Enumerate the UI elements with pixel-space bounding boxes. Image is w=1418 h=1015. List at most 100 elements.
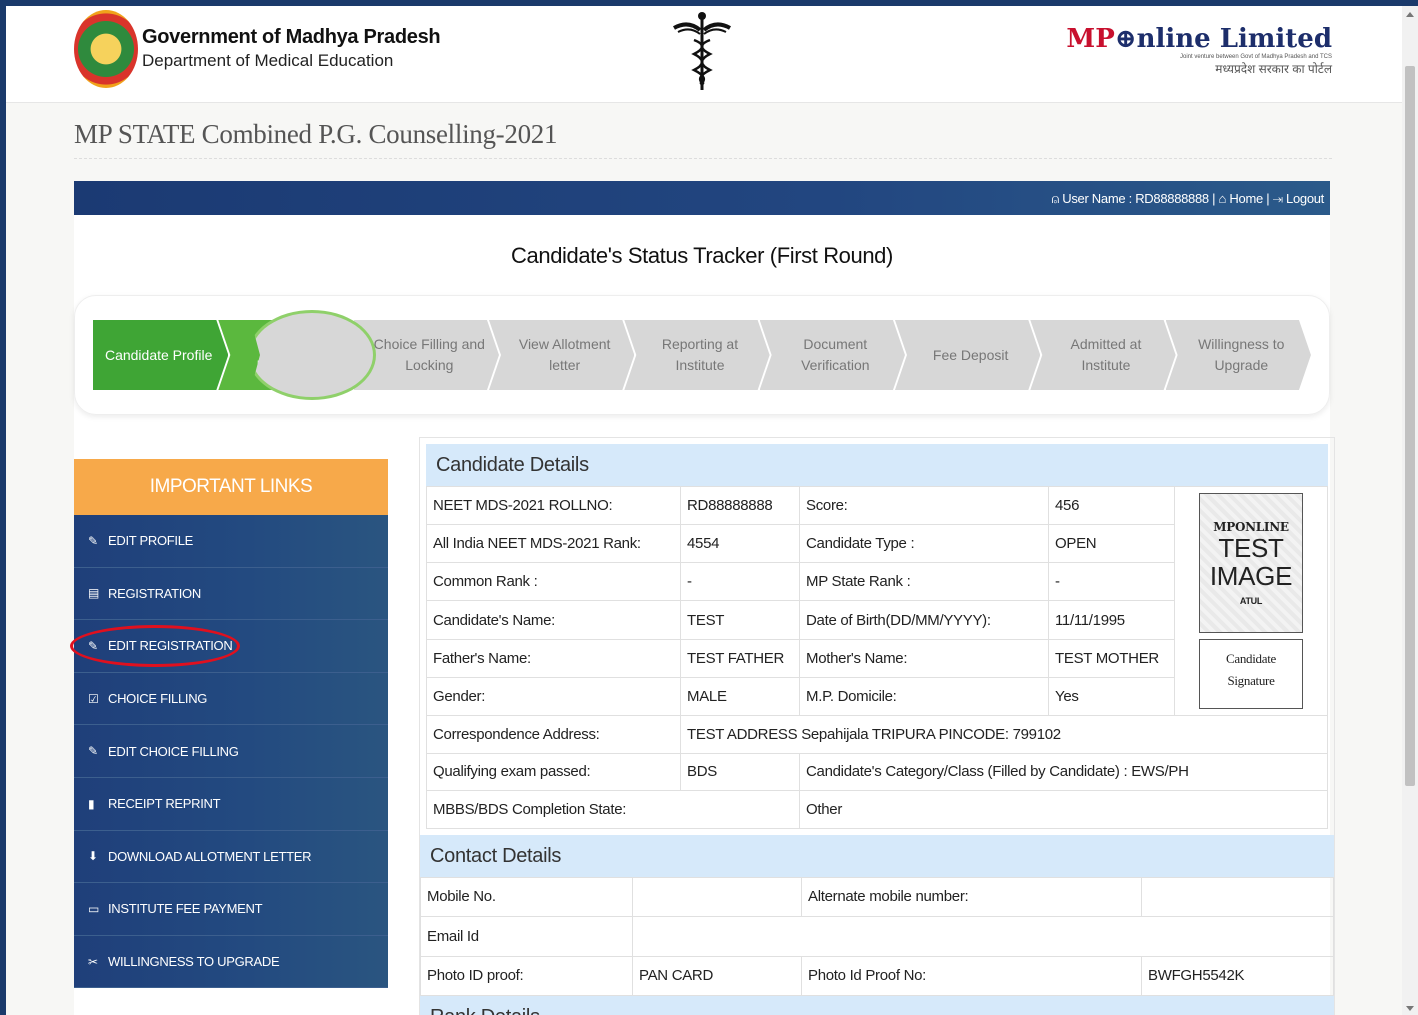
state-rank-label: MP State Rank :: [799, 562, 1049, 602]
name-value: TEST: [680, 600, 800, 640]
gov-subtitle: Department of Medical Education: [142, 51, 394, 70]
photo-text: ATUL: [1239, 596, 1263, 606]
state-rank-value: -: [1048, 562, 1175, 602]
sidebar-item-label: INSTITUTE FEE PAYMENT: [108, 901, 263, 917]
logout-link[interactable]: Logout: [1286, 191, 1324, 206]
sidebar-item-label: CHOICE FILLING: [108, 691, 208, 707]
status-tracker: Candidate Profile Candidate Registration…: [74, 295, 1330, 415]
candidate-details-table: NEET MDS-2021 ROLLNO: RD88888888 Score: …: [426, 485, 1328, 829]
father-value: TEST FATHER: [680, 638, 800, 678]
table-row: Email Id: [420, 916, 1334, 957]
scroll-up-icon[interactable]: [1406, 12, 1414, 17]
mp-logo-o: ⊕: [1114, 24, 1137, 54]
page-title: MP STATE Combined P.G. Counselling-2021: [74, 119, 558, 149]
table-row: Correspondence Address: TEST ADDRESS Sep…: [426, 715, 1328, 754]
download-icon: ⬇: [88, 849, 98, 864]
logout-icon[interactable]: ⇥: [1273, 191, 1286, 206]
sidebar-item-edit-registration[interactable]: ✎ EDIT REGISTRATION: [74, 620, 388, 673]
mp-logo-hindi: मध्यप्रदेश सरकार का पोर्टल: [1215, 62, 1332, 76]
exam-label: Qualifying exam passed:: [426, 752, 681, 791]
type-label: Candidate Type :: [799, 524, 1049, 564]
candidate-signature: Candidate Signature: [1199, 639, 1303, 709]
photo-id-no-label: Photo Id Proof No:: [801, 955, 1142, 996]
photo-id-no-value: BWFGH5542K: [1141, 955, 1334, 996]
sidebar-item-label: RECEIPT REPRINT: [108, 796, 221, 812]
alt-mobile-value: [1141, 876, 1334, 917]
table-row: Qualifying exam passed: BDS Candidate's …: [426, 752, 1328, 791]
mp-logo-rest: nline Limited: [1136, 24, 1332, 54]
checkbox-icon: ☑: [88, 691, 99, 706]
score-value: 456: [1048, 485, 1175, 526]
home-link[interactable]: Home: [1229, 191, 1263, 206]
sidebar-item-label: EDIT PROFILE: [108, 533, 194, 549]
home-icon[interactable]: ⌂: [1219, 191, 1230, 206]
scrollbar-thumb[interactable]: [1405, 66, 1415, 786]
table-row: NEET MDS-2021 ROLLNO: RD88888888 Score: …: [426, 485, 1328, 716]
domicile-value: Yes: [1048, 676, 1175, 717]
signature-text: Signature: [1227, 673, 1275, 688]
credit-card-icon: ▭: [88, 901, 100, 916]
user-info: ⍝ User Name : RD88888888 | ⌂ Home | ⇥ Lo…: [1051, 191, 1324, 206]
address-label: Correspondence Address:: [426, 715, 681, 754]
important-links-sidebar: IMPORTANT LINKS ✎ EDIT PROFILE ▤ REGISTRAT…: [70, 459, 388, 989]
photo-id-label: Photo ID proof:: [420, 955, 633, 996]
sidebar-item-receipt-reprint[interactable]: ▮ RECEIPT REPRINT: [74, 777, 388, 831]
page-scrollbar[interactable]: [1402, 6, 1418, 1015]
type-value: OPEN: [1048, 524, 1175, 564]
common-rank-value: -: [680, 562, 800, 602]
exam-value: BDS: [680, 752, 800, 791]
photo-text: IMAGE: [1209, 561, 1293, 591]
common-rank-label: Common Rank :: [426, 562, 681, 602]
gov-title: Government of Madhya Pradesh: [142, 26, 441, 48]
completion-label: MBBS/BDS Completion State:: [426, 790, 800, 829]
sidebar-item-edit-choice-filling[interactable]: ✎ EDIT CHOICE FILLING: [74, 725, 388, 778]
roll-label: NEET MDS-2021 ROLLNO:: [426, 485, 681, 526]
mp-government-emblem-icon: [74, 10, 138, 88]
title-divider: [74, 158, 1332, 159]
sidebar-item-label: EDIT REGISTRATION: [108, 638, 233, 654]
user-name: User Name : RD88888888: [1062, 191, 1209, 206]
sidebar-item-choice-filling[interactable]: ☑ CHOICE FILLING: [74, 672, 388, 726]
edit-icon: ✎: [88, 744, 98, 759]
table-row: MBBS/BDS Completion State: Other: [426, 790, 1328, 829]
domicile-label: M.P. Domicile:: [799, 676, 1049, 717]
photo-text: TEST: [1218, 533, 1284, 563]
sidebar-item-registration[interactable]: ▤ REGISTRATION: [74, 567, 388, 621]
scroll-down-icon[interactable]: [1406, 1006, 1414, 1011]
step-view-allotment: View Allotment letter: [489, 320, 634, 390]
mobile-value: [632, 876, 802, 917]
photo-signature-cell: MPONLINE TEST IMAGE ATUL Candidate Signa…: [1174, 486, 1328, 716]
dob-label: Date of Birth(DD/MM/YYYY):: [799, 600, 1049, 640]
alt-mobile-label: Alternate mobile number:: [801, 876, 1142, 917]
id-card-icon: ▤: [88, 586, 100, 601]
user-icon: ⍝: [1051, 191, 1063, 206]
score-label: Score:: [799, 485, 1049, 526]
sidebar-item-edit-profile[interactable]: ✎ EDIT PROFILE: [74, 515, 388, 568]
photo-text: MPONLINE: [1213, 520, 1289, 534]
sidebar-item-label: WILLINGNESS TO UPGRADE: [108, 954, 280, 970]
category-text: Candidate's Category/Class (Filled by Ca…: [799, 752, 1328, 791]
rank-details-heading: Rank Details: [420, 996, 1334, 1015]
step-candidate-profile: Candidate Profile: [93, 320, 228, 390]
scissors-icon: ✂: [88, 954, 98, 969]
completion-value: Other: [799, 790, 1328, 829]
step-fee-deposit: Fee Deposit: [895, 320, 1040, 390]
step-admitted: Admitted at Institute: [1030, 320, 1175, 390]
contact-details-heading: Contact Details: [420, 834, 1334, 877]
sidebar-item-institute-fee-payment[interactable]: ▭ INSTITUTE FEE PAYMENT: [74, 883, 388, 936]
tracker-steps: Candidate Profile Candidate Registration…: [93, 310, 1301, 400]
sidebar-item-download-allotment[interactable]: ⬇ DOWNLOAD ALLOTMENT LETTER: [74, 830, 388, 884]
step-document-verification: Document Verification: [760, 320, 905, 390]
table-row: Mobile No. Alternate mobile number:: [420, 876, 1334, 917]
candidate-photo: MPONLINE TEST IMAGE ATUL: [1199, 493, 1303, 633]
name-label: Candidate's Name:: [426, 600, 681, 640]
tracker-title: Candidate's Status Tracker (First Round): [511, 243, 893, 268]
contact-details-table: Mobile No. Alternate mobile number: Emai…: [420, 876, 1334, 997]
browser-viewport: Government of Madhya Pradesh Department …: [6, 6, 1402, 1015]
step-willingness: Willingness to Upgrade: [1166, 320, 1311, 390]
photo-id-value: PAN CARD: [632, 955, 802, 996]
sidebar-item-willingness-to-upgrade[interactable]: ✂ WILLINGNESS TO UPGRADE: [74, 935, 388, 989]
gov-branding: Government of Madhya Pradesh Department …: [142, 26, 441, 71]
main-content: Candidate's Status Tracker (First Round)…: [70, 215, 1335, 1015]
dob-value: 11/11/1995: [1048, 600, 1175, 640]
